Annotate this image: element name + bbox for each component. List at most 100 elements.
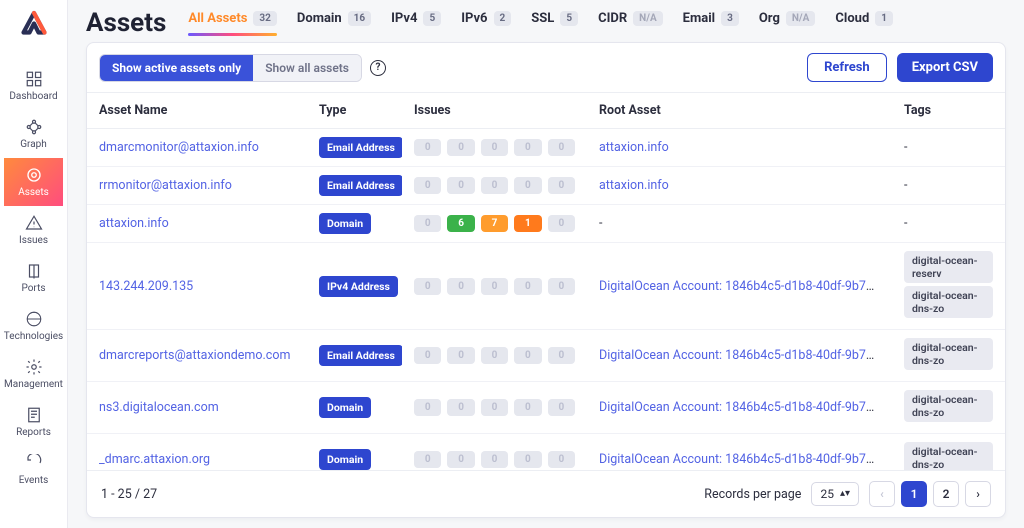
issue-count-pill[interactable]: 0 (514, 399, 541, 416)
tags-value: - (904, 140, 907, 155)
tag-chip[interactable]: digital-ocean-dns-zo (904, 390, 993, 422)
tag-chip[interactable]: digital-ocean-dns-zo (904, 286, 993, 318)
asset-name-link[interactable]: dmarcmonitor@attaxion.info (99, 140, 259, 155)
issue-count-pill[interactable]: 7 (481, 215, 508, 232)
show-active-assets-button[interactable]: Show active assets only (100, 55, 253, 81)
tag-chip[interactable]: digital-ocean-dns-zo (904, 442, 993, 470)
issue-count-pill[interactable]: 0 (548, 215, 575, 232)
sidebar-item-reports[interactable]: Reports (4, 398, 63, 446)
root-asset-link[interactable]: attaxion.info (599, 178, 669, 193)
col-asset-name[interactable]: Asset Name (87, 93, 307, 129)
help-icon[interactable]: ? (370, 60, 386, 76)
root-asset-link[interactable]: DigitalOcean Account: 1846b4c5-d1b8-40df… (599, 400, 892, 415)
type-badge: Domain (319, 213, 371, 234)
records-per-page-select[interactable]: 25 ▴▾ (811, 482, 859, 506)
issue-count-pill[interactable]: 0 (514, 347, 541, 364)
sidebar-item-events[interactable]: Events (4, 446, 63, 494)
issue-count-pill[interactable]: 0 (447, 278, 474, 295)
technologies-icon (25, 310, 43, 328)
issue-count-pill[interactable]: 0 (514, 139, 541, 156)
root-asset-link[interactable]: DigitalOcean Account: 1846b4c5-d1b8-40df… (599, 279, 892, 294)
refresh-button[interactable]: Refresh (807, 53, 887, 82)
col-tags[interactable]: Tags (892, 93, 1005, 129)
next-page-button[interactable]: › (965, 481, 991, 507)
issue-count-pill[interactable]: 0 (414, 347, 441, 364)
asset-name-link[interactable]: 143.244.209.135 (99, 279, 193, 294)
page-button-1[interactable]: 1 (901, 481, 927, 507)
issue-count-pill[interactable]: 0 (414, 139, 441, 156)
asset-name-link[interactable]: attaxion.info (99, 216, 169, 231)
tab-org[interactable]: Org N/A (759, 11, 816, 36)
col-type[interactable]: Type (307, 93, 402, 129)
tag-chip[interactable]: digital-ocean-dns-zo (904, 338, 993, 370)
tab-all-assets[interactable]: All Assets 32 (188, 11, 277, 36)
assets-icon (25, 166, 43, 184)
issue-count-pill[interactable]: 0 (481, 177, 508, 194)
sidebar-item-graph[interactable]: Graph (4, 110, 63, 158)
issue-count-pill[interactable]: 0 (414, 177, 441, 194)
show-all-assets-button[interactable]: Show all assets (253, 55, 361, 81)
tab-ssl[interactable]: SSL 5 (531, 11, 578, 36)
issue-count-pill[interactable]: 0 (447, 451, 474, 468)
issue-count-pill[interactable]: 0 (447, 139, 474, 156)
issue-count-pill[interactable]: 0 (447, 347, 474, 364)
tab-domain[interactable]: Domain 16 (297, 11, 371, 36)
type-badge: Email Address (319, 345, 402, 366)
issue-count-pill[interactable]: 0 (481, 139, 508, 156)
root-asset-link[interactable]: DigitalOcean Account: 1846b4c5-d1b8-40df… (599, 348, 892, 363)
sidebar-item-dashboard[interactable]: Dashboard (4, 62, 63, 110)
type-badge: Email Address (319, 175, 402, 196)
tab-cidr[interactable]: CIDR N/A (598, 11, 663, 36)
assets-card: Show active assets only Show all assets … (86, 42, 1006, 518)
issue-count-pill[interactable]: 0 (548, 278, 575, 295)
issue-count-pill[interactable]: 0 (481, 399, 508, 416)
assets-table-wrap: Asset Name Type Issues Root Asset Tags d… (87, 92, 1005, 470)
root-asset-link[interactable]: DigitalOcean Account: 1846b4c5-d1b8-40df… (599, 452, 892, 467)
asset-name-link[interactable]: dmarcreports@attaxiondemo.com (99, 348, 290, 363)
col-issues[interactable]: Issues (402, 93, 587, 129)
tab-ipv6[interactable]: IPv6 2 (461, 11, 511, 36)
tab-email[interactable]: Email 3 (683, 11, 739, 36)
export-csv-button[interactable]: Export CSV (897, 53, 993, 82)
table-row: 143.244.209.135IPv4 Address00000DigitalO… (87, 243, 1005, 330)
issue-count-pill[interactable]: 0 (481, 451, 508, 468)
issue-count-pill[interactable]: 0 (548, 451, 575, 468)
issue-count-pill[interactable]: 0 (514, 177, 541, 194)
issue-count-pill[interactable]: 0 (414, 451, 441, 468)
issue-count-pill[interactable]: 0 (514, 451, 541, 468)
root-asset-link[interactable]: attaxion.info (599, 140, 669, 155)
issue-count-pill[interactable]: 0 (514, 278, 541, 295)
toolbar: Show active assets only Show all assets … (87, 43, 1005, 92)
sidebar-item-management[interactable]: Management (4, 350, 63, 398)
issue-count-pill[interactable]: 0 (548, 177, 575, 194)
issue-count-pill[interactable]: 6 (447, 215, 474, 232)
issue-count-pill[interactable]: 0 (548, 139, 575, 156)
tab-label: CIDR (598, 11, 627, 26)
tab-cloud[interactable]: Cloud 1 (835, 11, 893, 36)
issue-count-pill[interactable]: 0 (481, 347, 508, 364)
issue-count-pill[interactable]: 0 (414, 278, 441, 295)
issue-count-pill[interactable]: 0 (548, 347, 575, 364)
sidebar-item-assets[interactable]: Assets (4, 158, 63, 206)
tab-ipv4[interactable]: IPv4 5 (391, 11, 441, 36)
issue-count-pill[interactable]: 0 (414, 215, 441, 232)
issue-count-pill[interactable]: 0 (447, 177, 474, 194)
asset-name-link[interactable]: _dmarc.attaxion.org (99, 452, 210, 467)
sidebar-item-issues[interactable]: Issues (4, 206, 63, 254)
sidebar-item-technologies[interactable]: Technologies (4, 302, 63, 350)
tag-chip[interactable]: digital-ocean-reserv (904, 251, 993, 283)
type-badge: Domain (319, 397, 371, 418)
issue-count-pill[interactable]: 1 (514, 215, 541, 232)
asset-name-link[interactable]: rrmonitor@attaxion.info (99, 178, 232, 193)
tab-badge: 32 (253, 11, 276, 26)
management-icon (25, 358, 43, 376)
issue-count-pill[interactable]: 0 (481, 278, 508, 295)
issue-count-pill[interactable]: 0 (447, 399, 474, 416)
issue-count-pill[interactable]: 0 (548, 399, 575, 416)
sidebar-item-ports[interactable]: Ports (4, 254, 63, 302)
asset-name-link[interactable]: ns3.digitalocean.com (99, 400, 219, 415)
page-button-2[interactable]: 2 (933, 481, 959, 507)
col-root-asset[interactable]: Root Asset (587, 93, 892, 129)
issue-count-pill[interactable]: 0 (414, 399, 441, 416)
prev-page-button[interactable]: ‹ (869, 481, 895, 507)
